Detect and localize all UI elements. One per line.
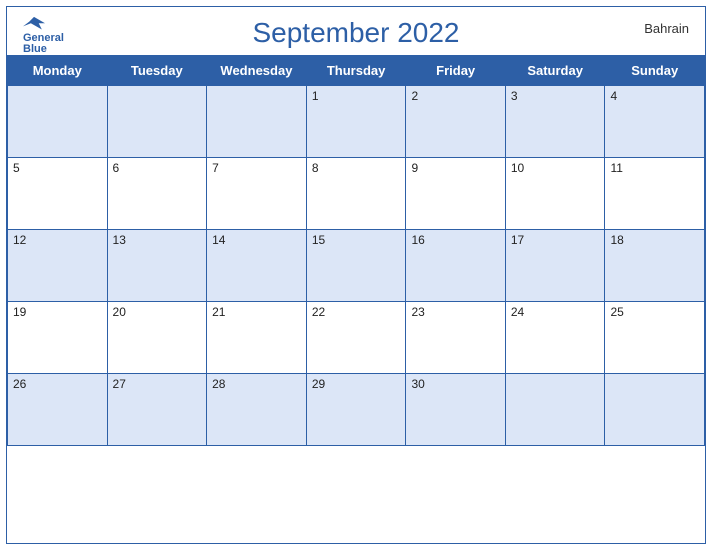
day-number: 26 [13,377,26,391]
day-number: 20 [113,305,126,319]
day-number: 22 [312,305,325,319]
calendar-cell: 5 [8,158,108,230]
calendar-cell: 23 [406,302,505,374]
calendar-cell [605,374,705,446]
day-number: 13 [113,233,126,247]
calendar-cell: 19 [8,302,108,374]
calendar-week-row: 19 20 21 22 23 24 25 [8,302,705,374]
day-number: 11 [610,161,622,175]
day-number: 12 [13,233,26,247]
header-tuesday: Tuesday [107,56,207,86]
day-number: 21 [212,305,225,319]
header-thursday: Thursday [306,56,406,86]
logo: General Blue [23,15,64,55]
day-number: 1 [312,89,319,103]
day-number: 14 [212,233,225,247]
calendar-container: General Blue September 2022 Bahrain Mond… [6,6,706,544]
calendar-cell: 2 [406,86,505,158]
calendar-cell: 20 [107,302,207,374]
calendar-cell: 7 [207,158,307,230]
calendar-cell: 9 [406,158,505,230]
calendar-cell: 10 [505,158,605,230]
day-number: 3 [511,89,518,103]
calendar-cell: 25 [605,302,705,374]
day-number: 7 [212,161,219,175]
calendar-cell: 24 [505,302,605,374]
day-number: 8 [312,161,319,175]
day-number: 4 [610,89,617,103]
header-wednesday: Wednesday [207,56,307,86]
calendar-table: Monday Tuesday Wednesday Thursday Friday… [7,55,705,446]
calendar-cell: 3 [505,86,605,158]
day-number: 9 [411,161,418,175]
calendar-cell: 27 [107,374,207,446]
calendar-week-row: 26 27 28 29 30 [8,374,705,446]
country-label: Bahrain [644,21,689,36]
bird-icon [23,15,45,33]
day-number: 15 [312,233,325,247]
calendar-cell: 22 [306,302,406,374]
calendar-cell: 28 [207,374,307,446]
header-sunday: Sunday [605,56,705,86]
day-number: 6 [113,161,120,175]
logo-blue: Blue [23,44,64,55]
calendar-week-row: 1 2 3 4 [8,86,705,158]
day-number: 18 [610,233,623,247]
calendar-cell: 29 [306,374,406,446]
calendar-cell: 11 [605,158,705,230]
calendar-week-row: 5 6 7 8 9 10 11 [8,158,705,230]
calendar-cell: 6 [107,158,207,230]
calendar-cell: 4 [605,86,705,158]
day-number: 29 [312,377,325,391]
calendar-cell: 21 [207,302,307,374]
calendar-cell [8,86,108,158]
calendar-cell [207,86,307,158]
calendar-cell: 18 [605,230,705,302]
logo-area: General Blue [23,15,64,55]
calendar-cell [107,86,207,158]
calendar-title: September 2022 [252,17,459,49]
calendar-header: General Blue September 2022 Bahrain [7,7,705,55]
calendar-body: 1234567891011121314151617181920212223242… [8,86,705,446]
calendar-week-row: 12 13 14 15 16 17 18 [8,230,705,302]
day-number: 27 [113,377,126,391]
header-saturday: Saturday [505,56,605,86]
calendar-cell [505,374,605,446]
calendar-cell: 30 [406,374,505,446]
day-number: 23 [411,305,424,319]
header-monday: Monday [8,56,108,86]
weekday-header-row: Monday Tuesday Wednesday Thursday Friday… [8,56,705,86]
day-number: 2 [411,89,418,103]
day-number: 24 [511,305,524,319]
calendar-cell: 15 [306,230,406,302]
calendar-cell: 13 [107,230,207,302]
header-friday: Friday [406,56,505,86]
calendar-cell: 26 [8,374,108,446]
day-number: 19 [13,305,26,319]
calendar-cell: 17 [505,230,605,302]
day-number: 28 [212,377,225,391]
calendar-cell: 16 [406,230,505,302]
calendar-cell: 8 [306,158,406,230]
day-number: 16 [411,233,424,247]
day-number: 5 [13,161,20,175]
day-number: 30 [411,377,424,391]
calendar-cell: 12 [8,230,108,302]
day-number: 25 [610,305,623,319]
calendar-cell: 14 [207,230,307,302]
calendar-cell: 1 [306,86,406,158]
day-number: 10 [511,161,524,175]
day-number: 17 [511,233,524,247]
